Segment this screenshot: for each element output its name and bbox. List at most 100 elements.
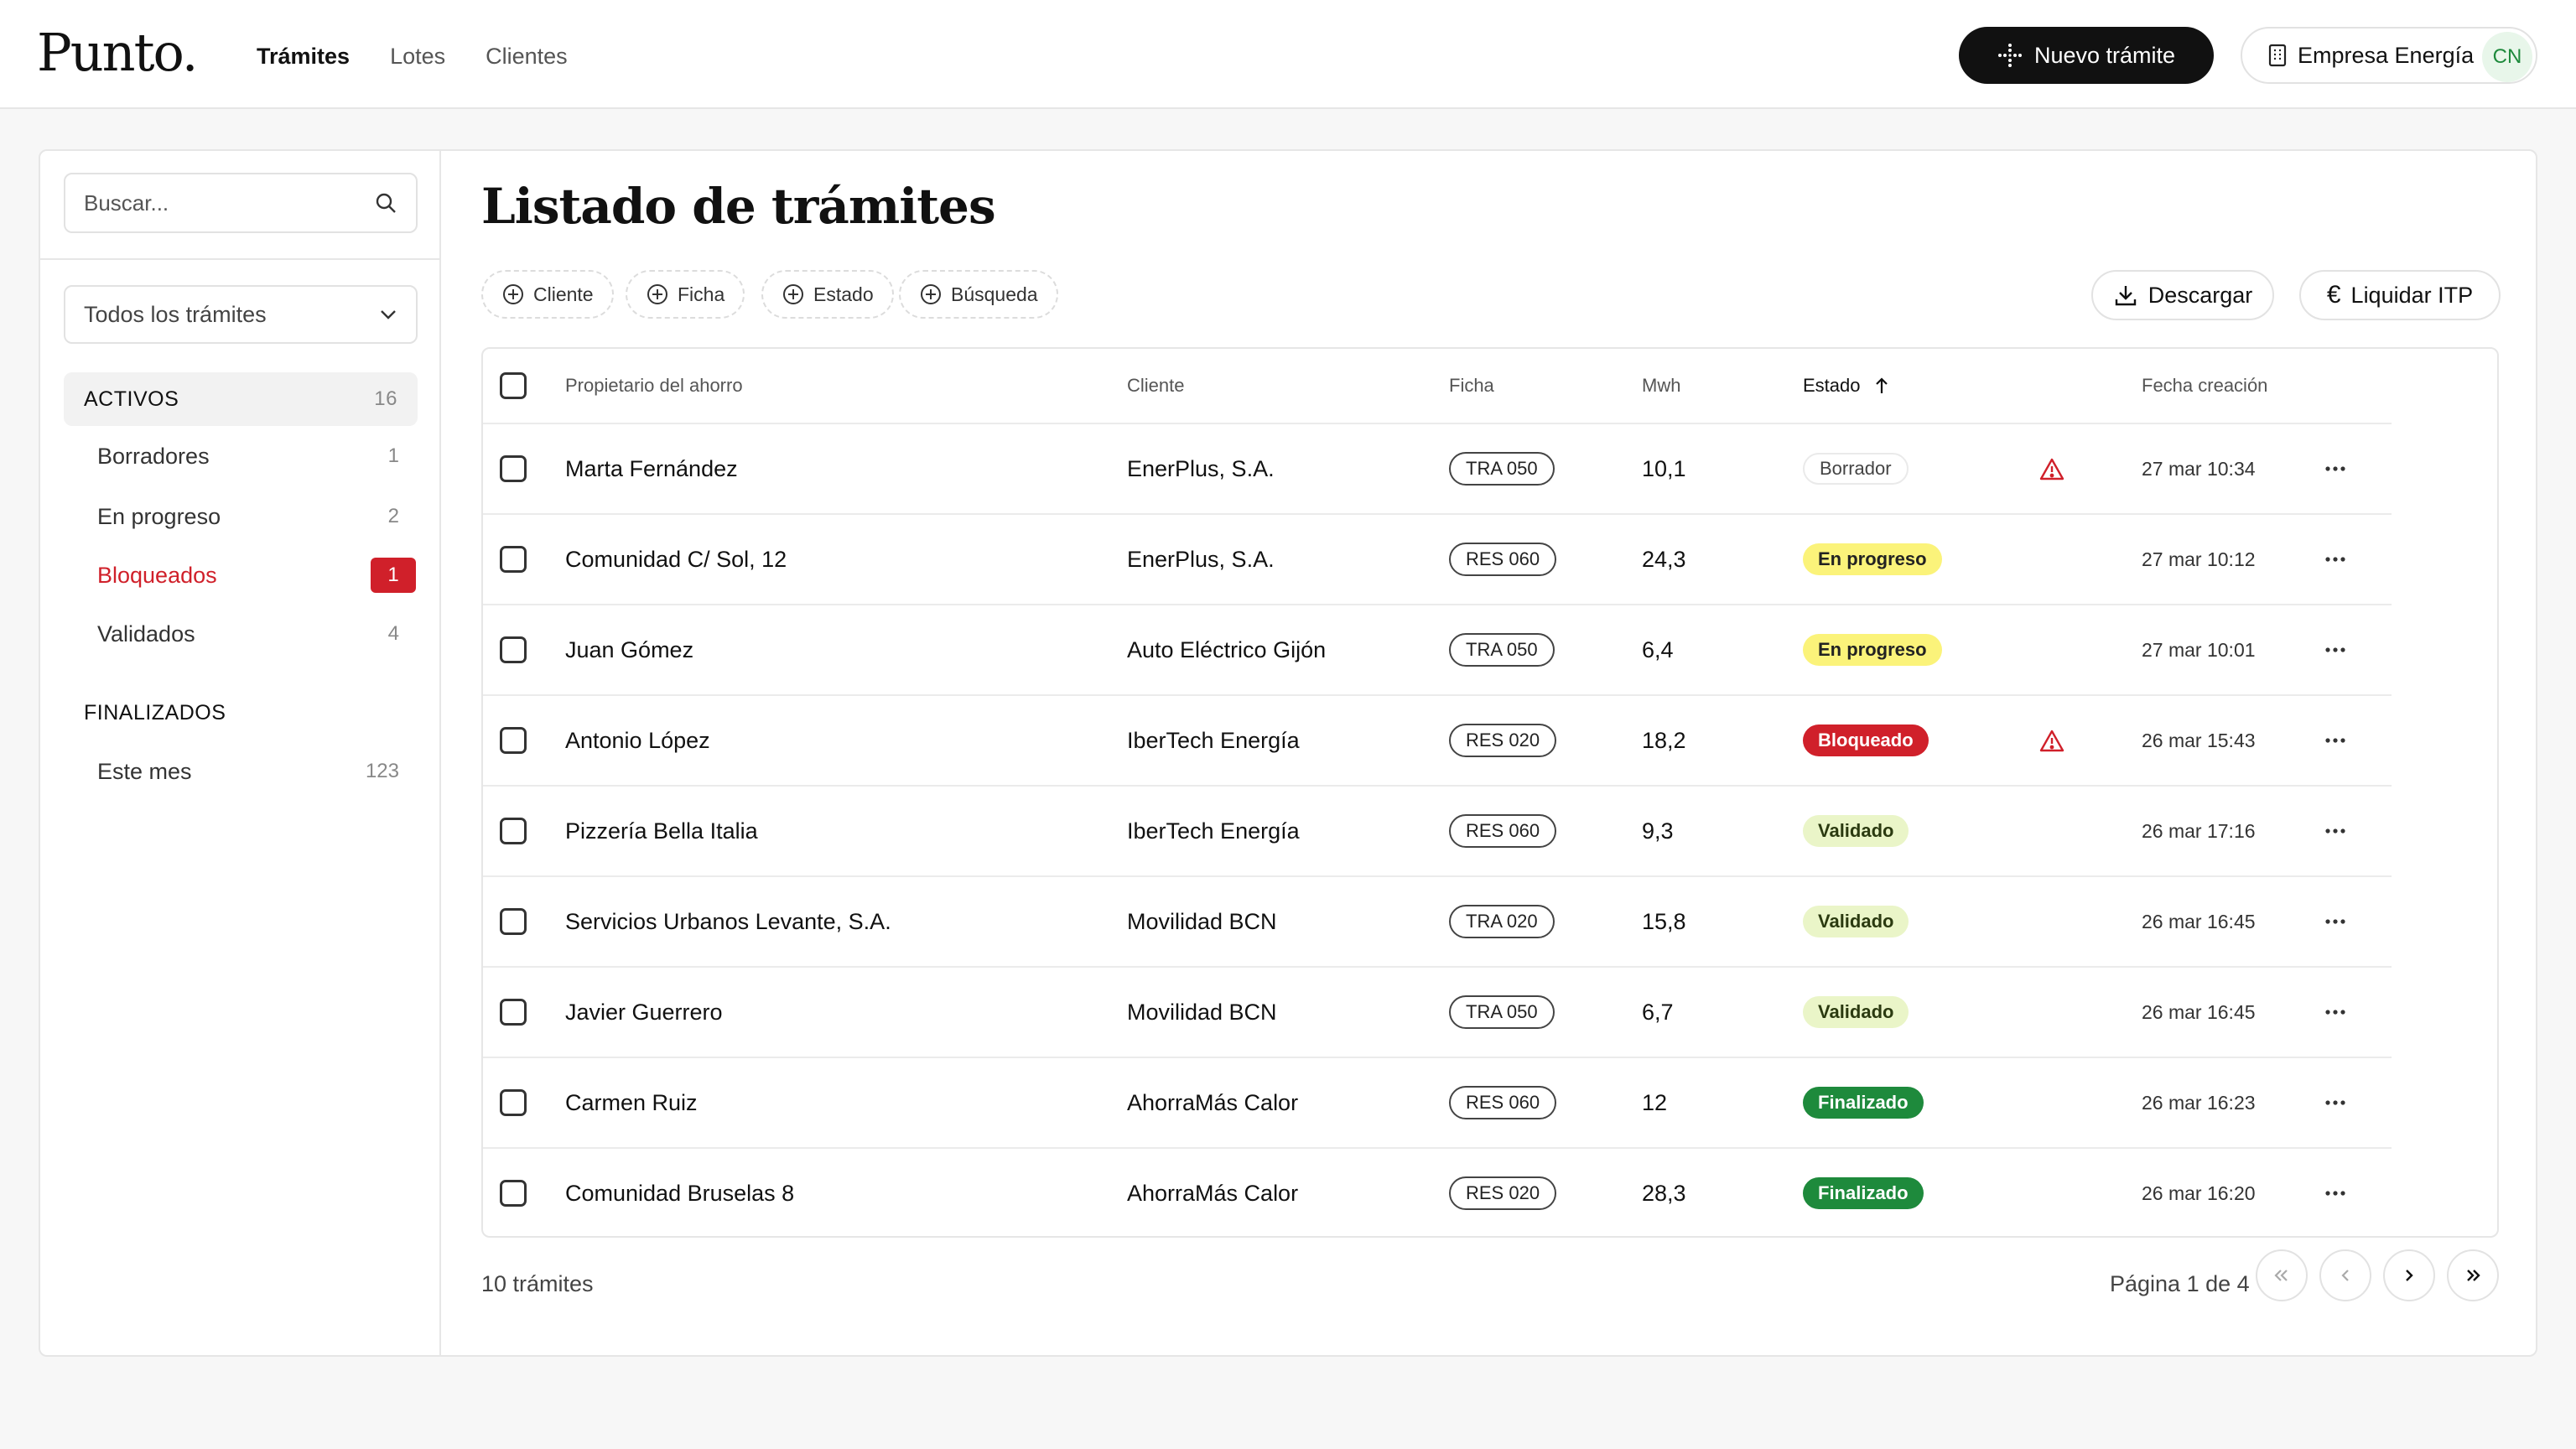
warning-icon[interactable]	[2039, 424, 2064, 513]
row-date: 26 mar 16:20	[2142, 1182, 2256, 1204]
row-owner: Javier Guerrero	[565, 999, 723, 1025]
filter-chip-cliente[interactable]: Cliente	[481, 270, 614, 319]
col-client[interactable]: Cliente	[1127, 349, 1184, 423]
row-select-cell	[500, 605, 527, 694]
euro-icon: €	[2326, 281, 2341, 309]
row-checkbox[interactable]	[500, 999, 527, 1026]
row-checkbox[interactable]	[500, 908, 527, 935]
sidebar-item-label: Bloqueados	[97, 562, 217, 588]
more-icon[interactable]	[2324, 968, 2346, 1057]
table-row[interactable]: Pizzería Bella Italia IberTech Energía RES…	[483, 787, 2392, 877]
next-page-button[interactable]	[2383, 1249, 2435, 1301]
plus-circle-icon	[782, 283, 805, 306]
more-icon[interactable]	[2324, 424, 2346, 513]
table-row[interactable]: Comunidad Bruselas 8 AhorraMás Calor RES 0…	[483, 1149, 2392, 1236]
row-checkbox[interactable]	[500, 1180, 527, 1207]
sidebar-divider	[40, 258, 439, 260]
row-checkbox[interactable]	[500, 455, 527, 482]
sidebar-item-borradores[interactable]: Borradores 1	[97, 433, 416, 480]
filter-select[interactable]: Todos los trámites	[64, 285, 418, 344]
row-checkbox[interactable]	[500, 1089, 527, 1116]
row-owner: Servicios Urbanos Levante, S.A.	[565, 908, 891, 934]
row-checkbox[interactable]	[500, 818, 527, 844]
new-tramite-button[interactable]: Nuevo trámite	[1959, 27, 2214, 84]
more-icon[interactable]	[2324, 696, 2346, 785]
row-owner: Antonio López	[565, 727, 710, 753]
row-ficha-cell: RES 060	[1449, 1058, 1557, 1147]
col-ficha[interactable]: Ficha	[1449, 349, 1494, 423]
table-row[interactable]: Antonio López IberTech Energía RES 020 18,2…	[483, 696, 2392, 787]
row-checkbox[interactable]	[500, 727, 527, 754]
more-icon[interactable]	[2324, 877, 2346, 966]
sidebar-item-bloqueados[interactable]: Bloqueados 1	[97, 552, 416, 599]
select-all-cell	[500, 349, 527, 423]
first-page-icon	[2272, 1268, 2291, 1283]
warning-icon[interactable]	[2039, 696, 2064, 785]
table-row[interactable]: Marta Fernández EnerPlus, S.A. TRA 050 10,1…	[483, 424, 2392, 515]
search-input[interactable]	[84, 190, 374, 216]
more-icon[interactable]	[2324, 1149, 2346, 1236]
table-row[interactable]: Javier Guerrero Movilidad BCN TRA 050 6,7 Va…	[483, 968, 2392, 1058]
sidebar-item-validados[interactable]: Validados 4	[97, 610, 416, 657]
col-owner[interactable]: Propietario del ahorro	[565, 349, 743, 423]
chevron-down-icon	[379, 309, 397, 320]
plus-circle-icon	[646, 283, 669, 306]
row-client: EnerPlus, S.A.	[1127, 455, 1275, 481]
next-page-icon	[2403, 1268, 2415, 1283]
sidebar-item-en-progreso[interactable]: En progreso 2	[97, 493, 416, 540]
filter-chip-label: Ficha	[678, 283, 725, 305]
filter-chip-ficha[interactable]: Ficha	[626, 270, 745, 319]
page-title: Listado de trámites	[481, 178, 996, 235]
col-mwh[interactable]: Mwh	[1642, 349, 1680, 423]
company-switcher[interactable]: Empresa Energía CN	[2241, 27, 2537, 84]
nav-tramites[interactable]: Trámites	[257, 44, 350, 70]
group-activos[interactable]: ACTIVOS 16	[64, 372, 418, 426]
nav-clientes[interactable]: Clientes	[486, 44, 568, 70]
row-checkbox[interactable]	[500, 546, 527, 573]
liquidar-itp-button[interactable]: € Liquidar ITP	[2299, 270, 2501, 320]
row-status-cell: En progreso	[1803, 605, 1942, 694]
row-date: 27 mar 10:12	[2142, 548, 2256, 570]
search-icon[interactable]	[374, 191, 397, 215]
more-icon[interactable]	[2324, 605, 2346, 694]
row-owner: Comunidad C/ Sol, 12	[565, 546, 787, 572]
row-select-cell	[500, 696, 527, 785]
row-status-cell: Finalizado	[1803, 1058, 1924, 1147]
sidebar: Todos los trámites ACTIVOS 16 Borradores…	[40, 151, 441, 1355]
row-client: EnerPlus, S.A.	[1127, 546, 1275, 572]
select-all-checkbox[interactable]	[500, 372, 527, 399]
row-owner: Marta Fernández	[565, 455, 738, 481]
table-row[interactable]: Servicios Urbanos Levante, S.A. Movilidad…	[483, 877, 2392, 968]
row-owner: Juan Gómez	[565, 636, 694, 662]
download-button[interactable]: Descargar	[2091, 270, 2274, 320]
group-finalizados[interactable]: FINALIZADOS	[64, 686, 418, 740]
nav-lotes[interactable]: Lotes	[390, 44, 445, 70]
last-page-icon	[2464, 1268, 2482, 1283]
row-select-cell	[500, 424, 527, 513]
filter-chip-estado[interactable]: Estado	[761, 270, 894, 319]
more-icon[interactable]	[2324, 1058, 2346, 1147]
table-row[interactable]: Comunidad C/ Sol, 12 EnerPlus, S.A. RES 06…	[483, 515, 2392, 605]
row-ficha-cell: TRA 050	[1449, 968, 1555, 1057]
row-date: 27 mar 10:34	[2142, 457, 2256, 480]
more-icon[interactable]	[2324, 787, 2346, 875]
first-page-button[interactable]	[2256, 1249, 2308, 1301]
row-status-cell: Validado	[1803, 787, 1909, 875]
status-badge: Validado	[1803, 815, 1909, 847]
col-fecha[interactable]: Fecha creación	[2142, 349, 2267, 423]
sidebar-item-count: 4	[387, 622, 399, 645]
last-page-button[interactable]	[2447, 1249, 2499, 1301]
table-row[interactable]: Carmen Ruiz AhorraMás Calor RES 060 12 Final…	[483, 1058, 2392, 1149]
more-icon[interactable]	[2324, 515, 2346, 604]
sidebar-item-este-mes[interactable]: Este mes 123	[97, 748, 416, 795]
avatar[interactable]: CN	[2482, 32, 2532, 82]
ficha-badge: RES 020	[1449, 724, 1557, 757]
filter-chip-busqueda[interactable]: Búsqueda	[899, 270, 1058, 319]
col-estado[interactable]: Estado	[1803, 349, 1889, 423]
table-row[interactable]: Juan Gómez Auto Eléctrico Gijón TRA 050 6,4…	[483, 605, 2392, 696]
row-mwh: 10,1	[1642, 455, 1686, 481]
row-checkbox[interactable]	[500, 636, 527, 663]
app-logo[interactable]: Punto.	[37, 22, 198, 83]
prev-page-button[interactable]	[2319, 1249, 2371, 1301]
row-client: AhorraMás Calor	[1127, 1089, 1299, 1115]
